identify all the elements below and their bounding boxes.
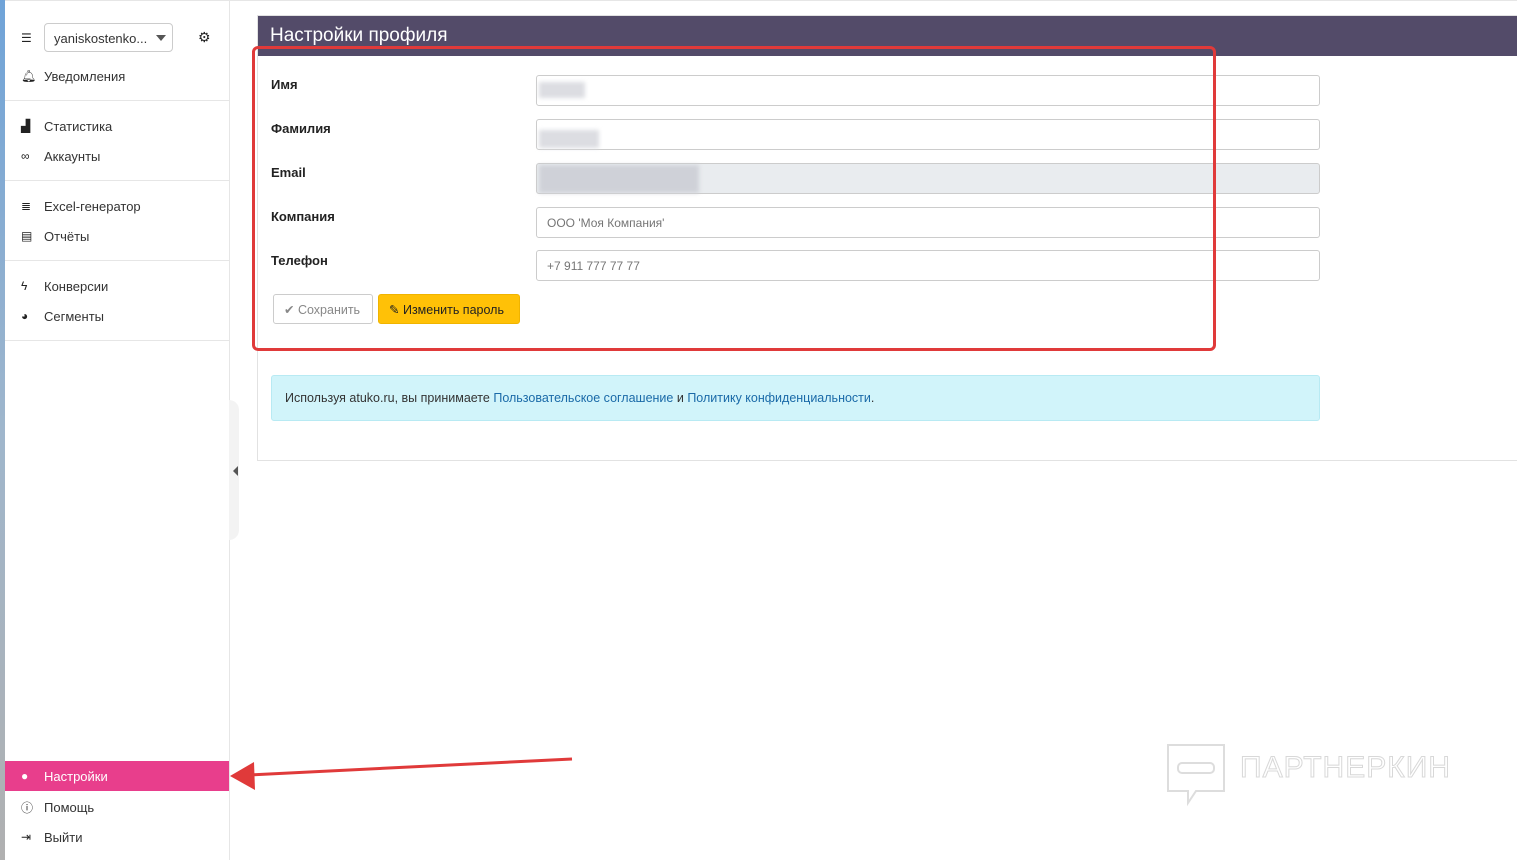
sidebar-item-help[interactable]: ⓘ Помощь bbox=[5, 792, 229, 822]
sidebar-collapse-handle[interactable] bbox=[229, 400, 239, 540]
partnerkin-logo-icon bbox=[1167, 744, 1225, 807]
info-icon: ⓘ bbox=[21, 800, 34, 815]
privacy-policy-link[interactable]: Политику конфиденциальности bbox=[687, 391, 871, 405]
divider bbox=[5, 180, 229, 181]
sidebar-item-statistics[interactable]: ▟ Статистика bbox=[5, 111, 229, 141]
sidebar-item-notifications[interactable]: 🔔︎ Уведомления bbox=[5, 61, 229, 91]
sidebar-item-segments[interactable]: ◕ Сегменты bbox=[5, 301, 229, 331]
bell-icon: 🔔︎ bbox=[21, 69, 37, 83]
top-border bbox=[230, 0, 1517, 1]
accounts-switch-icon: ☰ bbox=[21, 31, 32, 45]
bolt-icon: ϟ bbox=[21, 279, 28, 293]
chevron-down-icon bbox=[156, 35, 166, 41]
sidebar-item-logout[interactable]: ⇥ Выйти bbox=[5, 822, 229, 852]
gear-icon[interactable]: ⚙ bbox=[198, 29, 211, 46]
terms-notice: Используя atuko.ru, вы принимаете Пользо… bbox=[271, 375, 1320, 421]
annotation-arrow bbox=[230, 757, 573, 790]
sidebar: ☰ yaniskostenko... ⚙ 🔔︎ Уведомления ▟ Стат… bbox=[5, 0, 230, 860]
account-select[interactable]: yaniskostenko... bbox=[44, 23, 173, 52]
divider bbox=[5, 260, 229, 261]
sidebar-item-conversions[interactable]: ϟ Конверсии bbox=[5, 271, 229, 301]
annotation-highlight-box bbox=[252, 46, 1216, 351]
sidebar-item-settings[interactable]: ● Настройки bbox=[5, 761, 229, 791]
user-agreement-link[interactable]: Пользовательское соглашение bbox=[493, 391, 673, 405]
divider bbox=[5, 340, 229, 341]
logout-icon: ⇥ bbox=[21, 830, 32, 844]
sidebar-item-accounts[interactable]: ∞ Аккаунты bbox=[5, 141, 229, 171]
pie-chart-icon: ◕ bbox=[21, 309, 29, 323]
watermark-logo: ПАРТНЕРКИН bbox=[1166, 743, 1466, 807]
calendar-icon: ▤ bbox=[21, 229, 33, 243]
chevron-left-icon bbox=[233, 466, 238, 476]
divider bbox=[5, 100, 229, 101]
list-icon: ≣ bbox=[21, 199, 32, 213]
user-icon: ● bbox=[21, 769, 29, 783]
account-row: ☰ yaniskostenko... ⚙ bbox=[5, 23, 230, 53]
link-icon: ∞ bbox=[21, 149, 30, 163]
sidebar-item-reports[interactable]: ▤ Отчёты bbox=[5, 221, 229, 251]
sidebar-item-excel-generator[interactable]: ≣ Excel-генератор bbox=[5, 191, 229, 221]
bar-chart-icon: ▟ bbox=[21, 119, 31, 133]
